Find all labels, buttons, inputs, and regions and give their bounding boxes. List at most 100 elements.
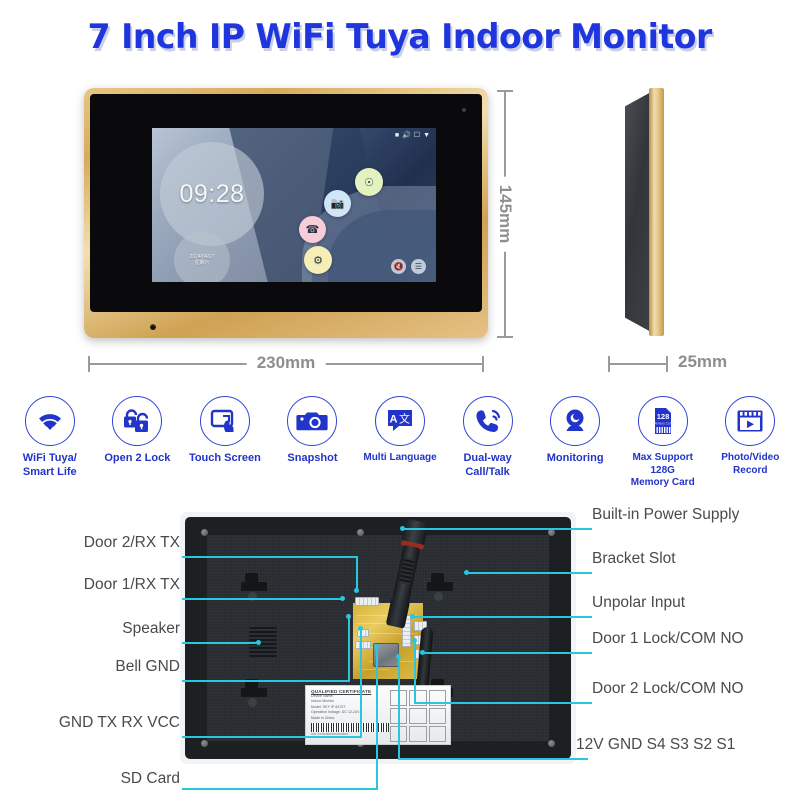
leader-line [356, 556, 358, 590]
monitor-screen: ■ 🔊 ☐ ▼ 09:28 2024/04/27 星期六 ☉ 📷 ☎ ⚙ 🔇 ☰ [152, 128, 436, 282]
intercom-app-icon[interactable]: ☉ [355, 168, 383, 196]
leader-line [376, 646, 378, 788]
leader-line [412, 616, 592, 618]
leader-line [182, 556, 358, 558]
feature-photo-video-record[interactable]: Photo/Video Record [707, 396, 795, 496]
rear-panel-body: QUALIFIED CERTIFICATE Device Name: Indoo… [185, 517, 571, 759]
svg-text:A: A [390, 414, 398, 426]
monitor-front-view: ■ 🔊 ☐ ▼ 09:28 2024/04/27 星期六 ☉ 📷 ☎ ⚙ 🔇 ☰ [84, 88, 488, 338]
dimension-tick [497, 336, 513, 338]
mute-icon[interactable]: 🔇 [391, 259, 406, 274]
leader-dot [346, 614, 351, 619]
gnd-tx-rx-vcc-connector [355, 641, 371, 649]
feature-label: Max Support 128G Memory Card [630, 452, 695, 488]
screen-status-bar: ■ 🔊 ☐ ▼ [395, 132, 430, 139]
side-body [625, 92, 651, 332]
corner-screw [357, 529, 364, 536]
leader-line [414, 640, 416, 702]
webcam-icon [550, 396, 601, 446]
leader-line [182, 788, 378, 790]
feature-snapshot[interactable]: Snapshot [269, 396, 357, 496]
dimension-tick [666, 356, 668, 372]
product-infographic: 7 Inch IP WiFi Tuya Indoor Monitor ■ 🔊 ☐… [0, 0, 800, 800]
two-locks-icon [112, 396, 163, 446]
rear-panel-photo: QUALIFIED CERTIFICATE Device Name: Indoo… [180, 512, 576, 764]
leader-dot [340, 596, 345, 601]
rear-panel-diagram: QUALIFIED CERTIFICATE Device Name: Indoo… [0, 498, 800, 800]
door-rx-tx-connector [355, 597, 379, 606]
corner-screw [548, 740, 555, 747]
monitor-bezel: ■ 🔊 ☐ ▼ 09:28 2024/04/27 星期六 ☉ 📷 ☎ ⚙ 🔇 ☰ [90, 94, 482, 312]
width-dimension: 230mm [88, 353, 484, 373]
leader-line [466, 572, 592, 574]
feature-label: Touch Screen [188, 452, 261, 464]
translate-icon: A 文 [375, 396, 426, 446]
callout-12v-gnd-terminals: 12V GND S4 S3 S2 S1 [576, 736, 736, 753]
leader-line [398, 656, 400, 758]
leader-line [414, 702, 592, 704]
depth-dimension-label: 25mm [678, 352, 728, 371]
feature-label: WiFi Tuya/ Smart Life [22, 452, 77, 478]
bracket-slot [241, 573, 267, 607]
height-dimension-label: 145mm [495, 176, 515, 252]
leader-line [182, 680, 350, 682]
leader-line [360, 628, 362, 736]
dimension-tick [482, 356, 484, 372]
leader-dot [354, 588, 359, 593]
feature-label: Dual-way Call/Talk [463, 452, 512, 478]
menu-icon[interactable]: ☰ [411, 259, 426, 274]
phone-call-icon [462, 396, 513, 446]
callout-built-in-power-supply: Built-in Power Supply [592, 506, 740, 523]
leader-dot [464, 570, 469, 575]
leader-line [422, 652, 592, 654]
battery-icon: ■ [394, 132, 400, 139]
product-views-section: ■ 🔊 ☐ ▼ 09:28 2024/04/27 星期六 ☉ 📷 ☎ ⚙ 🔇 ☰… [0, 72, 800, 373]
leader-line [182, 736, 362, 738]
camera-app-icon[interactable]: 📷 [324, 190, 351, 217]
wifi-icon: ▼ [423, 132, 430, 139]
callout-bracket-slot: Bracket Slot [592, 550, 676, 567]
touch-screen-icon [199, 396, 250, 446]
bracket-slot [241, 679, 267, 713]
leader-line [402, 528, 592, 530]
side-front-edge [649, 88, 664, 336]
callout-gnd-tx-rx-vcc: GND TX RX VCC [58, 714, 180, 731]
feature-label: Snapshot [287, 452, 338, 464]
callout-sd-card: SD Card [120, 770, 180, 787]
svg-text:128: 128 [656, 412, 669, 421]
bracket-slot [427, 573, 453, 607]
height-dimension: 145mm [494, 90, 516, 338]
leader-dot [412, 638, 417, 643]
camera-lens-icon [462, 108, 466, 112]
leader-line [182, 598, 342, 600]
screen-clock-widget: 09:28 [160, 142, 264, 246]
feature-memory-card[interactable]: 128 Memory Card Max Support 128G Memory … [619, 396, 707, 496]
callout-door-1-rx-tx: Door 1/RX TX [83, 576, 180, 593]
feature-open-2-lock[interactable]: Open 2 Lock [94, 396, 182, 496]
feature-touch-screen[interactable]: Touch Screen [181, 396, 269, 496]
svg-text:Memory Card: Memory Card [653, 422, 673, 426]
settings-app-icon[interactable]: ⚙ [304, 246, 332, 274]
leader-dot [256, 640, 261, 645]
callout-door-2-rx-tx: Door 2/RX TX [83, 534, 180, 551]
leader-dot [358, 626, 363, 631]
leader-dot [410, 614, 415, 619]
monitor-side-view [625, 88, 667, 338]
screen-date-widget: 2024/04/27 星期六 [174, 232, 230, 282]
feature-label: Multi Language [363, 452, 437, 463]
dimension-tick [88, 356, 90, 372]
mic-hole-icon [150, 324, 156, 330]
dimension-tick [497, 90, 513, 92]
feature-label: Open 2 Lock [104, 452, 171, 464]
call-app-icon[interactable]: ☎ [299, 216, 326, 243]
video-record-icon [725, 396, 776, 446]
corner-screw [548, 529, 555, 536]
wifi-icon [24, 396, 75, 446]
feature-monitoring[interactable]: Monitoring [531, 396, 619, 496]
feature-multi-language[interactable]: A 文 Multi Language [356, 396, 444, 496]
depth-dimension: 25mm [608, 352, 788, 372]
feature-dual-way-call[interactable]: Dual-way Call/Talk [444, 396, 532, 496]
leader-dot [396, 654, 401, 659]
corner-screw [201, 529, 208, 536]
feature-wifi-tuya[interactable]: WiFi Tuya/ Smart Life [6, 396, 94, 496]
